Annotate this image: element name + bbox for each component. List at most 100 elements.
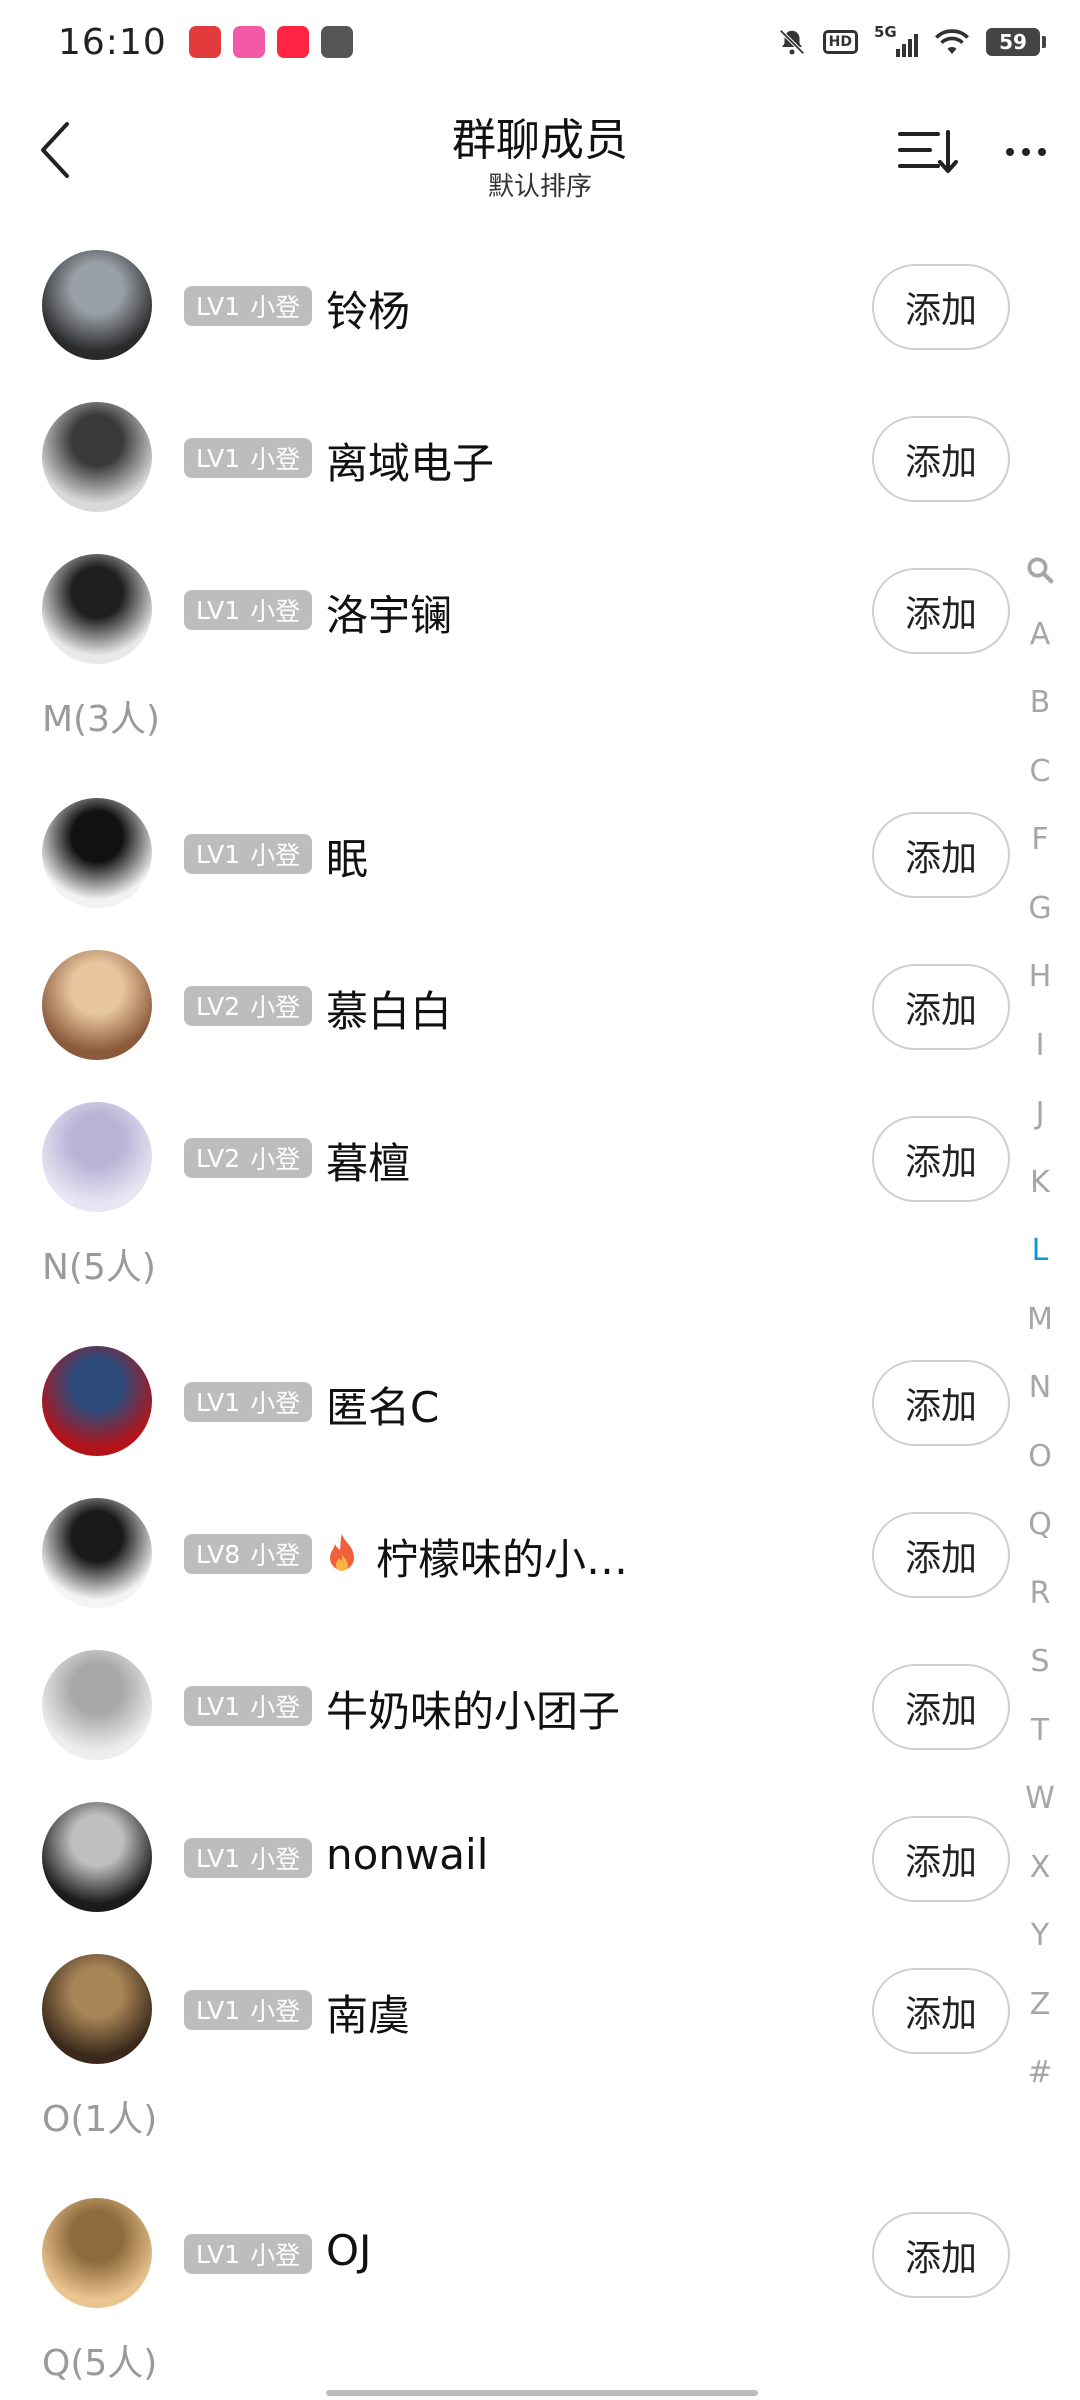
member-row[interactable]: LV8 小登 柠檬味的小… 添加 (0, 1462, 1010, 1614)
more-options-button[interactable] (996, 124, 1056, 180)
member-row[interactable]: LV1 小登 洛宇镧 添加 (0, 518, 1010, 670)
home-indicator[interactable] (326, 2390, 758, 2396)
member-row[interactable]: LV1 小登 离域电子 添加 (0, 366, 1010, 518)
add-friend-button[interactable]: 添加 (872, 1816, 1010, 1902)
member-row[interactable]: LV1 小登 nonwail 添加 (0, 1766, 1010, 1918)
index-letter-k[interactable]: K (1010, 1148, 1070, 1217)
signal-icon: 5G (874, 23, 918, 57)
level-badge: LV1 小登 (184, 286, 313, 326)
level-value: LV1 (196, 595, 241, 625)
index-letter-a[interactable]: A (1010, 600, 1070, 669)
member-name: 离域电子 (326, 439, 495, 488)
member-name: 眠 (326, 835, 369, 884)
index-letter-f[interactable]: F (1010, 806, 1070, 875)
index-letter-m[interactable]: M (1010, 1285, 1070, 1354)
more-dot-icon (1006, 148, 1014, 156)
status-time: 16:10 (58, 21, 167, 63)
status-right: HD 5G 59 (777, 23, 1046, 57)
add-friend-button[interactable]: 添加 (872, 1664, 1010, 1750)
member-row[interactable]: LV1 小登 OJ 添加 (0, 2162, 1010, 2314)
add-friend-button[interactable]: 添加 (872, 1116, 1010, 1202)
index-letter-z[interactable]: Z (1010, 1970, 1070, 2039)
member-name: 匿名C (326, 1383, 440, 1432)
avatar[interactable] (42, 402, 152, 512)
index-letter-t[interactable]: T (1010, 1696, 1070, 1765)
more-dot-icon (1022, 148, 1030, 156)
avatar[interactable] (42, 1346, 152, 1456)
level-title: 小登 (250, 1389, 301, 1418)
nav-bar: 群聊成员 默认排序 (0, 84, 1080, 214)
index-letter-y[interactable]: Y (1010, 1902, 1070, 1971)
add-friend-button[interactable]: 添加 (872, 1360, 1010, 1446)
avatar[interactable] (42, 1498, 152, 1608)
avatar[interactable] (42, 250, 152, 360)
index-letter-x[interactable]: X (1010, 1833, 1070, 1902)
level-value: LV1 (196, 443, 241, 473)
member-name: 铃杨 (326, 287, 411, 336)
hd-badge: HD (822, 30, 858, 54)
add-friend-button[interactable]: 添加 (872, 2212, 1010, 2298)
index-letter-i[interactable]: I (1010, 1011, 1070, 1080)
level-title: 小登 (250, 1845, 301, 1874)
member-row[interactable]: LV1 小登 匿名C 添加 (0, 1310, 1010, 1462)
level-title: 小登 (250, 1693, 301, 1722)
clown-app-icon (188, 26, 221, 58)
more-dot-icon (1038, 148, 1046, 156)
avatar[interactable] (42, 950, 152, 1060)
avatar[interactable] (42, 1650, 152, 1760)
member-row[interactable]: LV2 小登 慕白白 添加 (0, 914, 1010, 1066)
member-list[interactable]: LV1 小登 铃杨 添加 LV1 小登 离域电子 添加 LV1 小登 洛宇镧 添加 M(3人) LV1 小登… (0, 214, 1010, 2400)
section-header: N(5人) (42, 1247, 156, 1288)
level-title: 小登 (250, 993, 301, 1022)
add-friend-button[interactable]: 添加 (872, 1512, 1010, 1598)
avatar[interactable] (42, 1954, 152, 2064)
member-name: OJ (326, 2226, 372, 2275)
add-friend-button[interactable]: 添加 (872, 964, 1010, 1050)
index-letter-h[interactable]: H (1010, 943, 1070, 1012)
level-value: LV1 (196, 1387, 241, 1417)
member-row[interactable]: LV1 小登 牛奶味的小团子 添加 (0, 1614, 1010, 1766)
index-letter-o[interactable]: O (1010, 1422, 1070, 1491)
member-row[interactable]: LV2 小登 暮檀 添加 (0, 1066, 1010, 1218)
level-value: LV8 (196, 1539, 241, 1569)
level-badge: LV8 小登 (184, 1534, 313, 1574)
index-letter-s[interactable]: S (1010, 1628, 1070, 1697)
index-letter-w[interactable]: W (1010, 1765, 1070, 1834)
index-letter-hash[interactable]: # (1010, 2039, 1070, 2108)
member-row[interactable]: LV1 小登 铃杨 添加 (0, 214, 1010, 366)
avatar[interactable] (42, 1102, 152, 1212)
avatar[interactable] (42, 1802, 152, 1912)
notification-icons (188, 26, 353, 58)
level-value: LV1 (196, 839, 241, 869)
add-friend-button[interactable]: 添加 (872, 416, 1010, 502)
level-badge: LV1 小登 (184, 2234, 313, 2274)
lofter-app-icon (232, 26, 265, 58)
level-value: LV2 (196, 991, 241, 1021)
index-letter-n[interactable]: N (1010, 1354, 1070, 1423)
member-row[interactable]: LV1 小登眠 添加 (0, 762, 1010, 914)
index-letter-g[interactable]: G (1010, 874, 1070, 943)
index-letter-q[interactable]: Q (1010, 1491, 1070, 1560)
sort-button[interactable] (896, 124, 960, 180)
add-friend-button[interactable]: 添加 (872, 264, 1010, 350)
section-header: O(1人) (42, 2099, 158, 2140)
section-header: Q(5人) (42, 2343, 158, 2384)
member-name: 洛宇镧 (326, 591, 453, 640)
network-type: 5G (874, 23, 897, 41)
section-header: M(3人) (42, 699, 161, 740)
add-friend-button[interactable]: 添加 (872, 1968, 1010, 2054)
index-letter-j[interactable]: J (1010, 1080, 1070, 1149)
level-title: 小登 (250, 1997, 301, 2026)
index-search-button[interactable] (1010, 540, 1070, 600)
index-letter-c[interactable]: C (1010, 737, 1070, 806)
avatar[interactable] (42, 798, 152, 908)
member-row[interactable]: LV1 小登 南虞 添加 (0, 1918, 1010, 2070)
avatar[interactable] (42, 2198, 152, 2308)
index-letter-b[interactable]: B (1010, 669, 1070, 738)
index-letter-l[interactable]: L (1010, 1217, 1070, 1286)
index-letter-r[interactable]: R (1010, 1559, 1070, 1628)
add-friend-button[interactable]: 添加 (872, 568, 1010, 654)
alphabet-index[interactable]: A B C F G H I J K L M N O Q R S T W X Y Z # (1010, 540, 1070, 2107)
add-friend-button[interactable]: 添加 (872, 812, 1010, 898)
avatar[interactable] (42, 554, 152, 664)
